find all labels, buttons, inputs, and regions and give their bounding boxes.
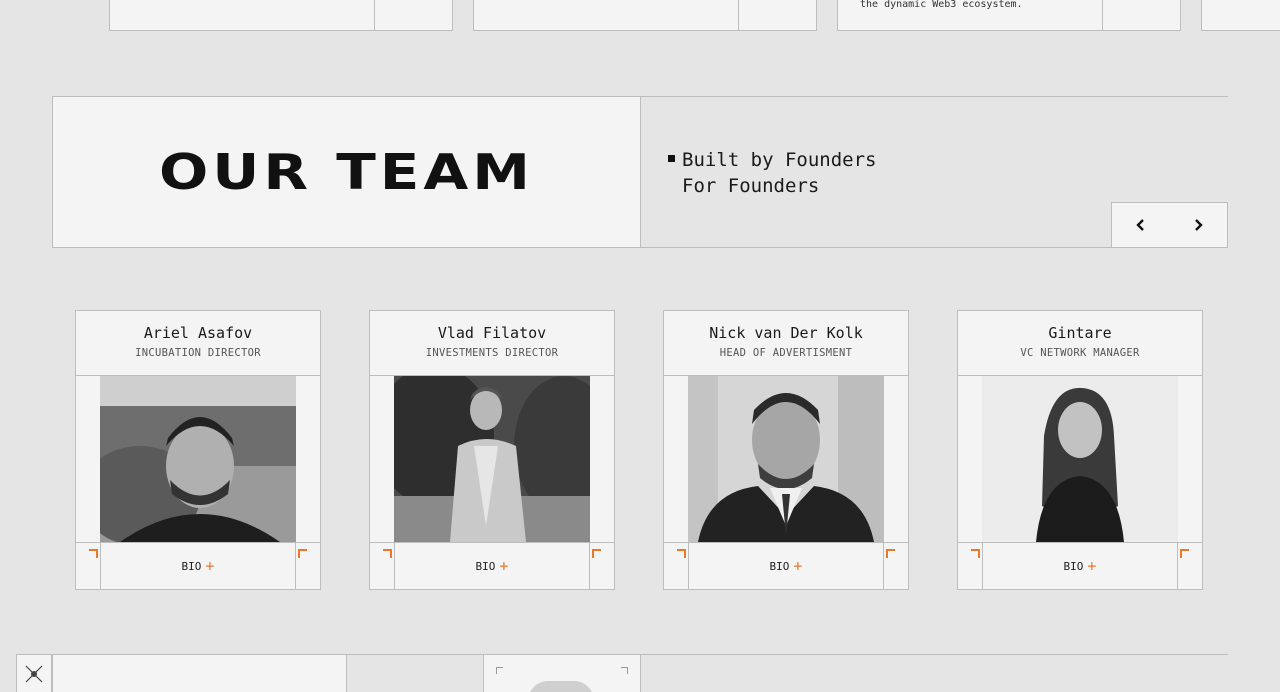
member-name: Vlad Filatov	[437, 324, 547, 342]
page-title: OUR TEAM	[158, 143, 535, 201]
bio-label: BIO	[1063, 559, 1084, 573]
card-divider	[1102, 0, 1103, 30]
bio-button[interactable]: BIO +	[395, 543, 589, 589]
member-role: INCUBATION DIRECTOR	[135, 347, 261, 359]
member-photo	[688, 376, 884, 542]
member-role: HEAD OF ADVERTISMENT	[719, 347, 853, 359]
square-bullet-icon	[668, 155, 675, 162]
member-role: VC NETWORK MANAGER	[1020, 347, 1140, 359]
corner-bracket-icon	[496, 667, 503, 674]
corner-bracket-icon	[971, 549, 980, 558]
top-card-snippet: the dynamic Web3 ecosystem.	[860, 0, 1023, 10]
corner-bracket-icon	[677, 549, 686, 558]
team-member-card: Vlad Filatov INVESTMENTS DIRECTOR BIO +	[369, 310, 615, 590]
member-photo	[982, 376, 1178, 542]
card-header: Gintare VC NETWORK MANAGER	[958, 311, 1202, 376]
card-header: Vlad Filatov INVESTMENTS DIRECTOR	[370, 311, 614, 376]
plus-icon: +	[793, 557, 803, 575]
prev-button[interactable]	[1126, 210, 1156, 240]
next-button[interactable]	[1183, 210, 1213, 240]
member-name: Gintare	[1048, 324, 1112, 342]
plus-icon: +	[1087, 557, 1097, 575]
team-member-card: Nick van Der Kolk HEAD OF ADVERTISMENT B…	[663, 310, 909, 590]
bottom-panel	[483, 654, 641, 692]
tagline-line-1: Built by Founders	[682, 149, 877, 171]
bottom-section	[16, 654, 1228, 692]
corner-bracket-icon	[1180, 549, 1189, 558]
team-title-box: OUR TEAM	[52, 96, 641, 248]
corner-bracket-icon	[621, 667, 628, 674]
member-name: Nick van Der Kolk	[709, 324, 863, 342]
carousel-nav	[1111, 202, 1228, 248]
object-image	[528, 681, 594, 692]
corner-bracket-icon	[89, 549, 98, 558]
tagline: Built by Founders For Founders	[668, 147, 877, 199]
card-divider	[738, 0, 739, 30]
page: the dynamic Web3 ecosystem. OUR TEAM Bui…	[0, 0, 1280, 692]
bottom-panel	[52, 654, 347, 692]
card-header: Nick van Der Kolk HEAD OF ADVERTISMENT	[664, 311, 908, 376]
team-member-card: Gintare VC NETWORK MANAGER BIO +	[957, 310, 1203, 590]
corner-bracket-icon	[383, 549, 392, 558]
corner-bracket-icon	[592, 549, 601, 558]
bio-label: BIO	[181, 559, 202, 573]
member-role: INVESTMENTS DIRECTOR	[425, 347, 559, 359]
card-divider	[374, 0, 375, 30]
plus-icon: +	[205, 557, 215, 575]
team-member-card: Ariel Asafov INCUBATION DIRECTOR BIO +	[75, 310, 321, 590]
bio-button[interactable]: BIO +	[101, 543, 295, 589]
plus-icon: +	[499, 557, 509, 575]
star-cross-icon	[25, 665, 43, 683]
chevron-right-icon	[1195, 219, 1203, 231]
card-header: Ariel Asafov INCUBATION DIRECTOR	[76, 311, 320, 376]
member-name: Ariel Asafov	[143, 324, 253, 342]
divider	[640, 654, 641, 692]
corner-bracket-icon	[298, 549, 307, 558]
close-button[interactable]	[16, 654, 52, 692]
chevron-left-icon	[1136, 219, 1144, 231]
team-header: OUR TEAM Built by Founders For Founders	[52, 96, 1228, 248]
team-tagline-panel: Built by Founders For Founders	[640, 96, 1228, 248]
member-photo	[100, 376, 296, 542]
corner-bracket-icon	[886, 549, 895, 558]
top-card[interactable]	[473, 0, 817, 31]
bio-label: BIO	[475, 559, 496, 573]
top-card[interactable]	[109, 0, 453, 31]
tagline-line-2: For Founders	[682, 175, 820, 197]
bio-button[interactable]: BIO +	[983, 543, 1177, 589]
bio-label: BIO	[769, 559, 790, 573]
top-card[interactable]: the dynamic Web3 ecosystem.	[837, 0, 1181, 31]
member-photo	[394, 376, 590, 542]
top-card[interactable]	[1201, 0, 1280, 31]
bio-button[interactable]: BIO +	[689, 543, 883, 589]
